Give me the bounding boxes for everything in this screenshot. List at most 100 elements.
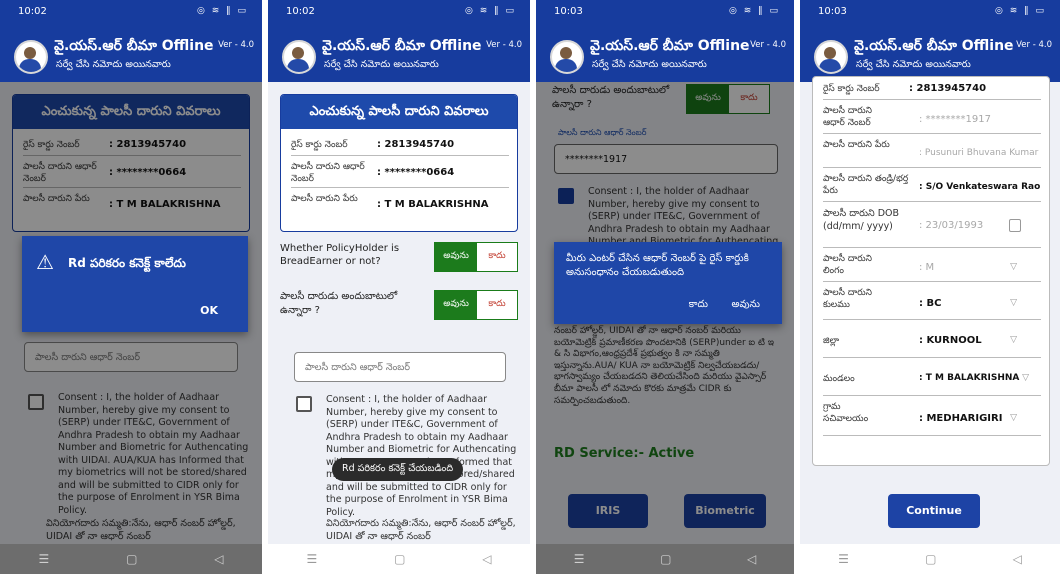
rice-card-label: రైస్ కార్డు నెంబర్	[291, 140, 348, 150]
detail-value: : MEDHARIGIRI	[919, 413, 1003, 424]
home-icon[interactable]: ▢	[660, 552, 671, 566]
detail-row[interactable]: పాలసీ దారుని లింగం : M ▽	[823, 253, 1041, 282]
modal-overlay	[536, 82, 794, 574]
detail-row[interactable]: జిల్లా : KURNOOL ▽	[823, 325, 1041, 358]
app-version: Ver - 4.0	[486, 40, 522, 50]
detail-label: పాలసీ దారుని లింగం	[823, 254, 872, 276]
detail-label: మండలం	[823, 374, 855, 384]
detail-row[interactable]: గ్రామ సచివాలయం : MEDHARIGIRI ▽	[823, 401, 1041, 436]
available-yes[interactable]: అవును	[435, 291, 477, 319]
dropdown-arrow-icon[interactable]: ▽	[1010, 262, 1017, 272]
breadearner-toggle[interactable]: అవును కాదు	[434, 242, 518, 272]
menu-icon[interactable]: ☰	[574, 552, 585, 566]
app-header: 10:02 ◎ ≋ ‖ ▭ వై.యస్.ఆర్ బీమా Offline సర…	[0, 0, 262, 82]
detail-label: గ్రామ సచివాలయం	[823, 402, 869, 424]
status-time: 10:02	[286, 6, 315, 17]
dialog-ok-button[interactable]: OK	[200, 304, 218, 317]
home-icon[interactable]: ▢	[925, 552, 936, 566]
app-title: వై.యస్.ఆర్ బీమా Offline	[54, 38, 214, 54]
menu-icon[interactable]: ☰	[306, 552, 317, 566]
detail-label: పాలసీ దారుని ఆధార్ నెంబర్	[823, 106, 872, 128]
dropdown-arrow-icon[interactable]: ▽	[1010, 413, 1017, 423]
calendar-icon[interactable]	[1009, 219, 1021, 232]
system-nav-bar: ☰ ▢ ◁	[536, 544, 794, 574]
rice-card-value: : 2813945740	[377, 139, 455, 150]
back-icon[interactable]: ◁	[482, 552, 491, 566]
status-icons: ◎ ≋ ‖ ▭	[197, 6, 248, 16]
status-bar: 10:02 ◎ ≋ ‖ ▭	[18, 6, 248, 17]
detail-row[interactable]: మండలం : T M BALAKRISHNA ▽	[823, 363, 1041, 396]
detail-value: : S/O Venkateswara Rao	[919, 182, 1041, 192]
back-icon[interactable]: ◁	[1013, 552, 1022, 566]
policyholder-details-card: రైస్ కార్డు నెంబర్ : 2813945740 పాలసీ దా…	[812, 76, 1050, 466]
available-question: పాలసీ దారుడు అందుబాటులో ఉన్నారా ?	[280, 291, 398, 316]
dropdown-arrow-icon[interactable]: ▽	[1022, 373, 1029, 383]
available-no[interactable]: కాదు	[477, 291, 517, 319]
rice-card-row: రైస్ కార్డు నెంబర్ : 2813945740	[291, 139, 509, 156]
detail-value: : KURNOOL	[919, 335, 982, 346]
detail-label: పాలసీ దారుని తండ్రి/భర్త పేరు	[823, 174, 909, 196]
name-row: పాలసీ దారుని పేరు : T M BALAKRISHNA	[291, 193, 509, 219]
system-nav-bar: ☰ ▢ ◁	[0, 544, 262, 574]
app-subtitle: సర్వే చేసి నమోదు అయినవారు	[856, 59, 971, 70]
dialog-no-button[interactable]: కాదు	[689, 298, 708, 312]
aadhaar-label: పాలసీ దారుని ఆధార్ నెంబర్	[291, 162, 365, 184]
system-nav-bar: ☰ ▢ ◁	[800, 544, 1060, 574]
continue-button[interactable]: Continue	[888, 494, 980, 528]
detail-row: పాలసీ దారుని ఆధార్ నెంబర్ : ********1917	[823, 105, 1041, 134]
detail-label: రైస్ కార్డు నెంబర్	[823, 84, 880, 94]
screen-1: 10:02 ◎ ≋ ‖ ▭ వై.యస్.ఆర్ బీమా Offline సర…	[0, 0, 262, 574]
consent-checkbox[interactable]	[296, 396, 312, 412]
app-logo	[814, 40, 848, 74]
menu-icon[interactable]: ☰	[838, 552, 849, 566]
dialog-message: మీరు ఎంటర్ చేసిన ఆధార్ నెంబర్ పై రైస్ కా…	[566, 253, 749, 278]
app-subtitle: సర్వే చేసి నమోదు అయినవారు	[592, 59, 707, 70]
detail-row[interactable]: పాలసీ దారుని కులము : BC ▽	[823, 287, 1041, 320]
detail-row[interactable]: పాలసీ దారుని DOB (dd/mm/ yyyy) : 23/03/1…	[823, 207, 1041, 248]
detail-value: : Pusunuri Bhuvana Kumar	[919, 148, 1039, 158]
status-bar: 10:03 ◎ ≋ ‖ ▭	[554, 6, 780, 17]
available-toggle[interactable]: అవును కాదు	[434, 290, 518, 320]
home-icon[interactable]: ▢	[394, 552, 405, 566]
status-icons: ◎ ≋ ‖ ▭	[729, 6, 780, 16]
detail-label: జిల్లా	[823, 336, 840, 346]
app-logo	[550, 40, 584, 74]
aadhaar-row: పాలసీ దారుని ఆధార్ నెంబర్ : ********0664	[291, 161, 509, 188]
status-bar: 10:03 ◎ ≋ ‖ ▭	[818, 6, 1046, 17]
app-version: Ver - 4.0	[750, 40, 786, 50]
breadearner-yes[interactable]: అవును	[435, 243, 477, 271]
breadearner-no[interactable]: కాదు	[477, 243, 517, 271]
dialog-yes-button[interactable]: అవును	[732, 298, 760, 312]
app-subtitle: సర్వే చేసి నమోదు అయినవారు	[324, 59, 439, 70]
dropdown-arrow-icon[interactable]: ▽	[1010, 298, 1017, 308]
screen-2: 10:02 ◎ ≋ ‖ ▭ వై.యస్.ఆర్ బీమా Offline సర…	[268, 0, 530, 574]
app-header: 10:03 ◎ ≋ ‖ ▭ వై.యస్.ఆర్ బీమా Offline సర…	[536, 0, 794, 82]
home-icon[interactable]: ▢	[126, 552, 137, 566]
name-value: : T M BALAKRISHNA	[377, 199, 489, 210]
consent-telugu: వినియోగదారు సమ్మతి:నేను, ఆధార్ నంబర్ హోల…	[326, 518, 516, 542]
detail-value: : 2813945740	[909, 83, 987, 94]
app-title: వై.యస్.ఆర్ బీమా Offline	[854, 38, 1014, 54]
app-header: 10:02 ◎ ≋ ‖ ▭ వై.యస్.ఆర్ బీమా Offline సర…	[268, 0, 530, 82]
aadhaar-input[interactable]: పాలసీ దారుని ఆధార్ నెంబర్	[294, 352, 506, 382]
app-subtitle: సర్వే చేసి నమోదు అయినవారు	[56, 59, 171, 70]
detail-label: పాలసీ దారుని కులము	[823, 288, 872, 310]
name-label: పాలసీ దారుని పేరు	[291, 194, 358, 204]
detail-row: రైస్ కార్డు నెంబర్ : 2813945740	[823, 83, 1041, 100]
consent-text: Consent : I, the holder of Aadhaar Numbe…	[326, 394, 517, 518]
app-title: వై.యస్.ఆర్ బీమా Offline	[590, 38, 750, 54]
app-title: వై.యస్.ఆర్ బీమా Offline	[322, 38, 482, 54]
dropdown-arrow-icon[interactable]: ▽	[1010, 335, 1017, 345]
detail-value: : M	[919, 262, 935, 273]
detail-value: : 23/03/1993	[919, 220, 984, 231]
app-header: 10:03 ◎ ≋ ‖ ▭ వై.యస్.ఆర్ బీమా Offline సర…	[800, 0, 1060, 82]
detail-value: : ********1917	[919, 114, 991, 125]
screen-3: 10:03 ◎ ≋ ‖ ▭ వై.యస్.ఆర్ బీమా Offline సర…	[536, 0, 794, 574]
menu-icon[interactable]: ☰	[38, 552, 49, 566]
confirm-dialog: మీరు ఎంటర్ చేసిన ఆధార్ నెంబర్ పై రైస్ కా…	[554, 242, 782, 324]
back-icon[interactable]: ◁	[214, 552, 223, 566]
back-icon[interactable]: ◁	[747, 552, 756, 566]
app-version: Ver - 4.0	[1016, 40, 1052, 50]
screen-4: 10:03 ◎ ≋ ‖ ▭ వై.యస్.ఆర్ బీమా Offline సర…	[800, 0, 1060, 574]
aadhaar-value: : ********0664	[377, 167, 455, 178]
